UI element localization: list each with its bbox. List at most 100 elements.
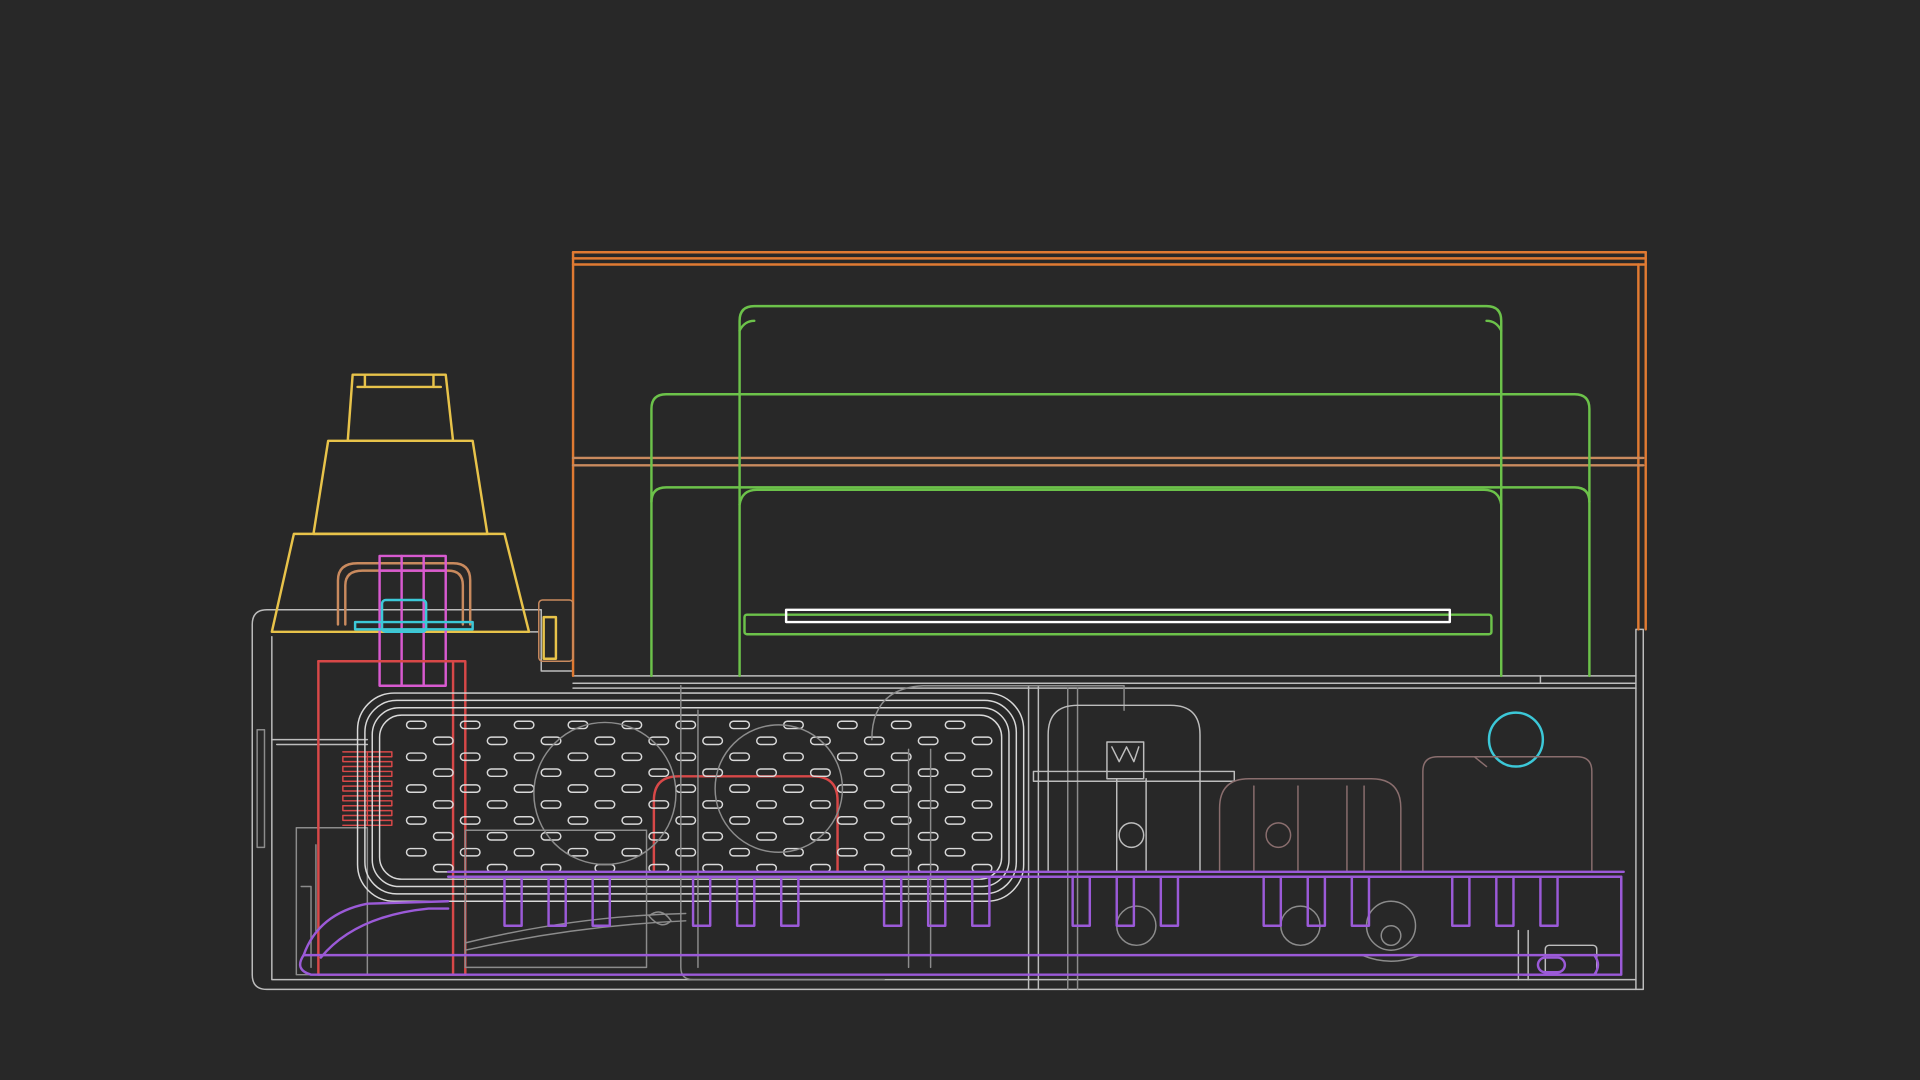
vent-hole bbox=[594, 768, 616, 778]
vent-hole bbox=[513, 816, 535, 825]
vent-hole bbox=[621, 752, 643, 762]
vent-hole bbox=[432, 831, 454, 841]
vent-hole bbox=[756, 800, 778, 809]
vent-hole bbox=[782, 752, 804, 762]
base-frame bbox=[298, 870, 1625, 976]
vent-hole bbox=[513, 752, 535, 762]
vent-hole bbox=[486, 768, 508, 778]
vent-hole bbox=[567, 847, 589, 857]
vent-hole bbox=[944, 816, 966, 825]
vent-hole bbox=[890, 720, 912, 730]
vent-hole bbox=[863, 831, 885, 841]
vent-hole bbox=[836, 752, 858, 762]
top-cover-midline bbox=[571, 456, 1645, 467]
vent-hole bbox=[405, 720, 427, 730]
vent-hole bbox=[863, 768, 885, 778]
vent-hole bbox=[486, 831, 508, 841]
vent-hole bbox=[594, 736, 616, 746]
vent-hole bbox=[675, 752, 697, 762]
valve-module-1 bbox=[1032, 704, 1236, 873]
frame-tooth bbox=[1495, 875, 1515, 927]
vent-hole bbox=[782, 816, 804, 825]
vent-hole bbox=[405, 847, 427, 857]
vent-hole bbox=[486, 736, 508, 746]
valve-module-2 bbox=[1218, 778, 1402, 873]
vent-hole bbox=[405, 784, 427, 793]
vent-hole bbox=[675, 720, 697, 730]
heater-coil bbox=[342, 751, 393, 827]
side-latch bbox=[542, 615, 558, 660]
frame-tooth bbox=[1350, 875, 1371, 927]
vent-hole bbox=[944, 720, 966, 730]
vent-hole bbox=[621, 784, 643, 793]
vent-hole bbox=[971, 736, 993, 746]
vent-hole bbox=[621, 847, 643, 857]
vent-hole bbox=[675, 784, 697, 793]
vent-hole bbox=[944, 752, 966, 762]
vent-hole bbox=[836, 784, 858, 793]
vent-hole bbox=[836, 816, 858, 825]
vent-hole bbox=[594, 800, 616, 809]
vent-hole bbox=[540, 768, 562, 778]
vent-hole bbox=[648, 768, 670, 778]
vent-hole bbox=[863, 800, 885, 809]
frame-tooth bbox=[1451, 875, 1471, 927]
vent-hole bbox=[432, 768, 454, 778]
compartment-divider bbox=[1027, 684, 1040, 991]
vent-hole bbox=[971, 768, 993, 778]
internal-mechanics bbox=[464, 684, 1125, 991]
vent-hole bbox=[702, 800, 724, 809]
housing-outline bbox=[251, 609, 1644, 991]
vent-hole bbox=[567, 784, 589, 793]
vent-hole bbox=[675, 847, 697, 857]
vent-hole bbox=[729, 816, 751, 825]
vent-hole bbox=[971, 800, 993, 809]
vent-hole bbox=[567, 752, 589, 762]
vent-hole bbox=[917, 800, 939, 809]
vent-hole bbox=[702, 736, 724, 746]
vent-hole bbox=[459, 752, 481, 762]
vent-hole bbox=[648, 800, 670, 809]
hopper-inner-cup bbox=[336, 562, 472, 626]
vent-hole bbox=[971, 831, 993, 841]
vent-hole bbox=[621, 816, 643, 825]
vent-hole bbox=[675, 816, 697, 825]
vent-hole bbox=[756, 831, 778, 841]
frame-tooth bbox=[1262, 875, 1283, 927]
vent-hole bbox=[567, 816, 589, 825]
vent-hole bbox=[863, 736, 885, 746]
vent-hole bbox=[729, 720, 751, 730]
vent-hole bbox=[459, 784, 481, 793]
vent-hole bbox=[405, 752, 427, 762]
vent-hole bbox=[944, 784, 966, 793]
vent-hole bbox=[540, 800, 562, 809]
vent-hole bbox=[594, 831, 616, 841]
tank-vent-holes bbox=[405, 720, 993, 873]
water-tank bbox=[356, 692, 1025, 902]
vent-hole bbox=[432, 800, 454, 809]
frame-tooth bbox=[1306, 875, 1327, 927]
vent-hole bbox=[432, 736, 454, 746]
wireframe-viewport bbox=[0, 0, 1920, 1080]
machine-wireframe-drawing bbox=[251, 251, 1647, 991]
vent-hole bbox=[729, 784, 751, 793]
vent-hole bbox=[513, 784, 535, 793]
vent-hole bbox=[459, 720, 481, 730]
vent-hole bbox=[459, 816, 481, 825]
vent-hole bbox=[486, 800, 508, 809]
vent-hole bbox=[782, 784, 804, 793]
roller-circles bbox=[1116, 900, 1422, 962]
vent-hole bbox=[702, 831, 724, 841]
vent-hole bbox=[836, 847, 858, 857]
frame-tooth bbox=[1539, 875, 1559, 927]
frame-tooth bbox=[1115, 875, 1136, 927]
vent-hole bbox=[944, 847, 966, 857]
vent-hole bbox=[405, 816, 427, 825]
vent-hole bbox=[513, 847, 535, 857]
vent-hole bbox=[729, 847, 751, 857]
vent-hole bbox=[836, 720, 858, 730]
vent-hole bbox=[917, 831, 939, 841]
sensor-ring bbox=[1487, 711, 1545, 768]
vent-hole bbox=[917, 736, 939, 746]
feed-nozzle bbox=[353, 598, 474, 634]
